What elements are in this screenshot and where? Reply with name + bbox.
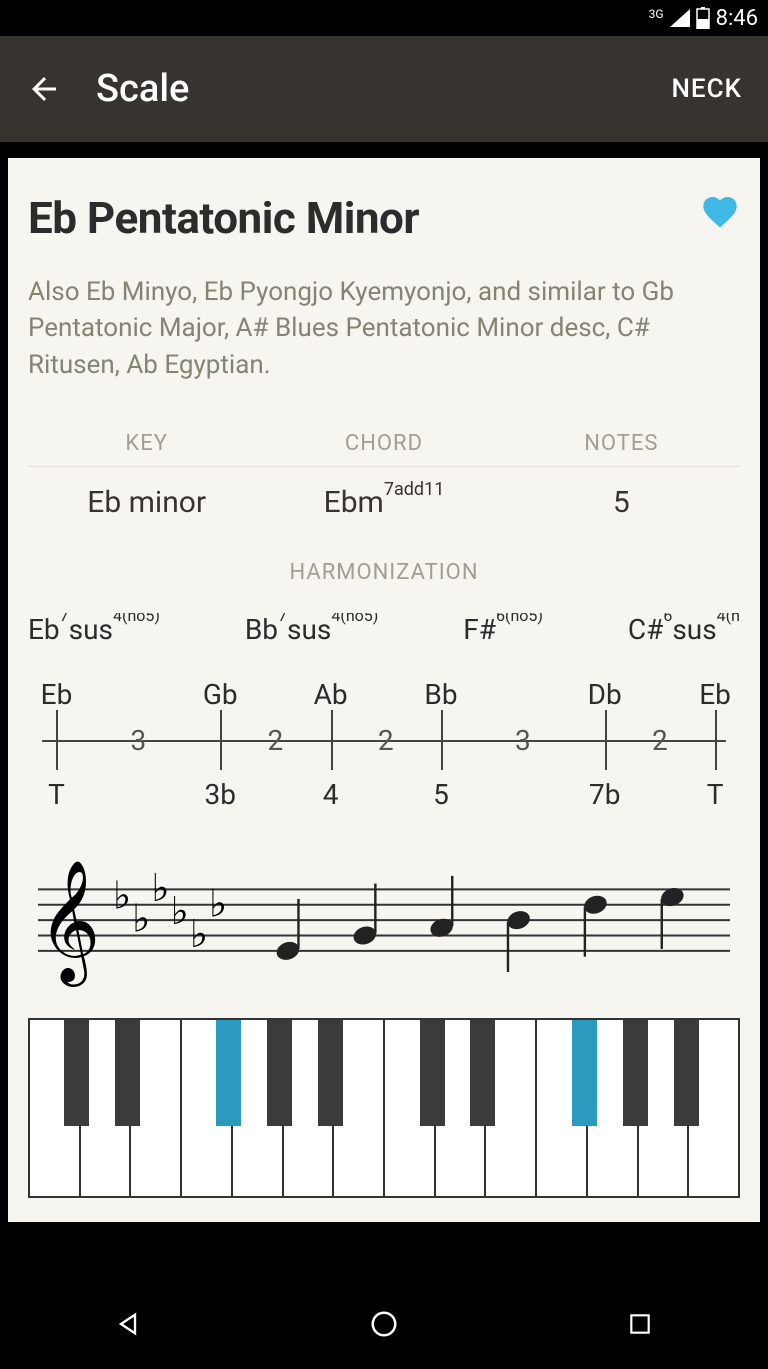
battery-icon bbox=[696, 7, 710, 29]
info-chord[interactable]: Ebm7add11 bbox=[265, 467, 502, 520]
svg-text:♭: ♭ bbox=[151, 868, 169, 910]
svg-text:𝄞: 𝄞 bbox=[38, 861, 100, 988]
black-key[interactable] bbox=[674, 1020, 699, 1126]
info-head-chord: CHORD bbox=[265, 431, 502, 467]
svg-text:♭: ♭ bbox=[132, 899, 150, 941]
interval-note: Eb bbox=[41, 678, 73, 711]
interval-note: Eb bbox=[699, 678, 731, 711]
page-title: Scale bbox=[96, 67, 667, 111]
network-label: 3G bbox=[649, 7, 664, 21]
black-key[interactable] bbox=[64, 1020, 89, 1126]
info-head-key: KEY bbox=[28, 431, 265, 467]
black-key-highlighted[interactable] bbox=[216, 1020, 241, 1126]
black-key[interactable] bbox=[267, 1020, 292, 1126]
harmonization-header: HARMONIZATION bbox=[28, 560, 740, 585]
harm-chord: Bb7sus4(no5) bbox=[245, 613, 379, 646]
interval-step: 2 bbox=[378, 724, 394, 757]
interval-step: 3 bbox=[515, 724, 531, 757]
scale-title: Eb Pentatonic Minor bbox=[28, 192, 419, 244]
interval-step: 3 bbox=[130, 724, 146, 757]
android-navbar bbox=[0, 1279, 768, 1369]
interval-degree: T bbox=[707, 778, 724, 811]
info-notes: 5 bbox=[503, 467, 740, 520]
harm-chord: Eb7sus4(no5) bbox=[28, 613, 160, 646]
svg-text:♭: ♭ bbox=[113, 876, 131, 918]
black-key[interactable] bbox=[115, 1020, 140, 1126]
content: Eb Pentatonic Minor Also Eb Minyo, Eb Py… bbox=[0, 142, 768, 1230]
black-key[interactable] bbox=[318, 1020, 343, 1126]
info-head-notes: NOTES bbox=[503, 431, 740, 467]
interval-step: 2 bbox=[652, 724, 668, 757]
interval-note: Db bbox=[588, 678, 622, 711]
svg-text:♭: ♭ bbox=[209, 883, 227, 925]
interval-degree: 5 bbox=[433, 778, 449, 811]
interval-degree: T bbox=[48, 778, 65, 811]
interval-degree: 4 bbox=[323, 778, 339, 811]
staff-notes bbox=[274, 876, 686, 972]
interval-note: Bb bbox=[424, 678, 457, 711]
app-bar: Scale NECK bbox=[0, 36, 768, 142]
nav-back-button[interactable] bbox=[108, 1304, 148, 1344]
black-key-highlighted[interactable] bbox=[572, 1020, 597, 1126]
nav-recent-button[interactable] bbox=[620, 1304, 660, 1344]
interval-diagram: Eb T Gb 3b Ab 4 Bb 5 Db 7b Eb T 3 2 2 3 2 bbox=[28, 678, 740, 818]
neck-button[interactable]: NECK bbox=[667, 64, 746, 114]
interval-note: Ab bbox=[314, 678, 348, 711]
nav-home-button[interactable] bbox=[364, 1304, 404, 1344]
staff-notation: 𝄞 ♭ ♭ ♭ ♭ ♭ ♭ bbox=[28, 858, 740, 988]
interval-note: Gb bbox=[203, 678, 238, 711]
favorite-button[interactable] bbox=[700, 192, 740, 236]
interval-tick bbox=[441, 710, 443, 770]
piano-keyboard[interactable] bbox=[28, 1018, 740, 1198]
scale-card: Eb Pentatonic Minor Also Eb Minyo, Eb Py… bbox=[8, 158, 760, 1222]
interval-degree: 3b bbox=[205, 778, 236, 811]
interval-degree: 7b bbox=[589, 778, 620, 811]
scale-description: Also Eb Minyo, Eb Pyongjo Kyemyonjo, and… bbox=[28, 274, 740, 383]
interval-tick bbox=[605, 710, 607, 770]
back-button[interactable] bbox=[22, 67, 66, 111]
interval-tick bbox=[331, 710, 333, 770]
black-key[interactable] bbox=[470, 1020, 495, 1126]
svg-text:♭: ♭ bbox=[190, 914, 208, 956]
status-time: 8:46 bbox=[716, 6, 758, 31]
harmonization-row[interactable]: Eb7sus4(no5) Bb7sus4(no5) F#6(no5) C#6su… bbox=[28, 613, 740, 646]
statusbar: 3G 8:46 bbox=[0, 0, 768, 36]
signal-icon bbox=[670, 9, 690, 27]
info-grid: KEY CHORD NOTES Eb minor Ebm7add11 5 bbox=[28, 431, 740, 520]
svg-text:♭: ♭ bbox=[171, 891, 189, 933]
interval-step: 2 bbox=[268, 724, 284, 757]
info-key[interactable]: Eb minor bbox=[28, 467, 265, 520]
black-key[interactable] bbox=[623, 1020, 648, 1126]
interval-tick bbox=[56, 710, 58, 770]
black-key[interactable] bbox=[420, 1020, 445, 1126]
harm-chord: F#6(no5) bbox=[463, 613, 543, 646]
interval-tick bbox=[220, 710, 222, 770]
interval-tick bbox=[715, 710, 717, 770]
harm-chord: C#6sus4(n bbox=[628, 613, 740, 646]
